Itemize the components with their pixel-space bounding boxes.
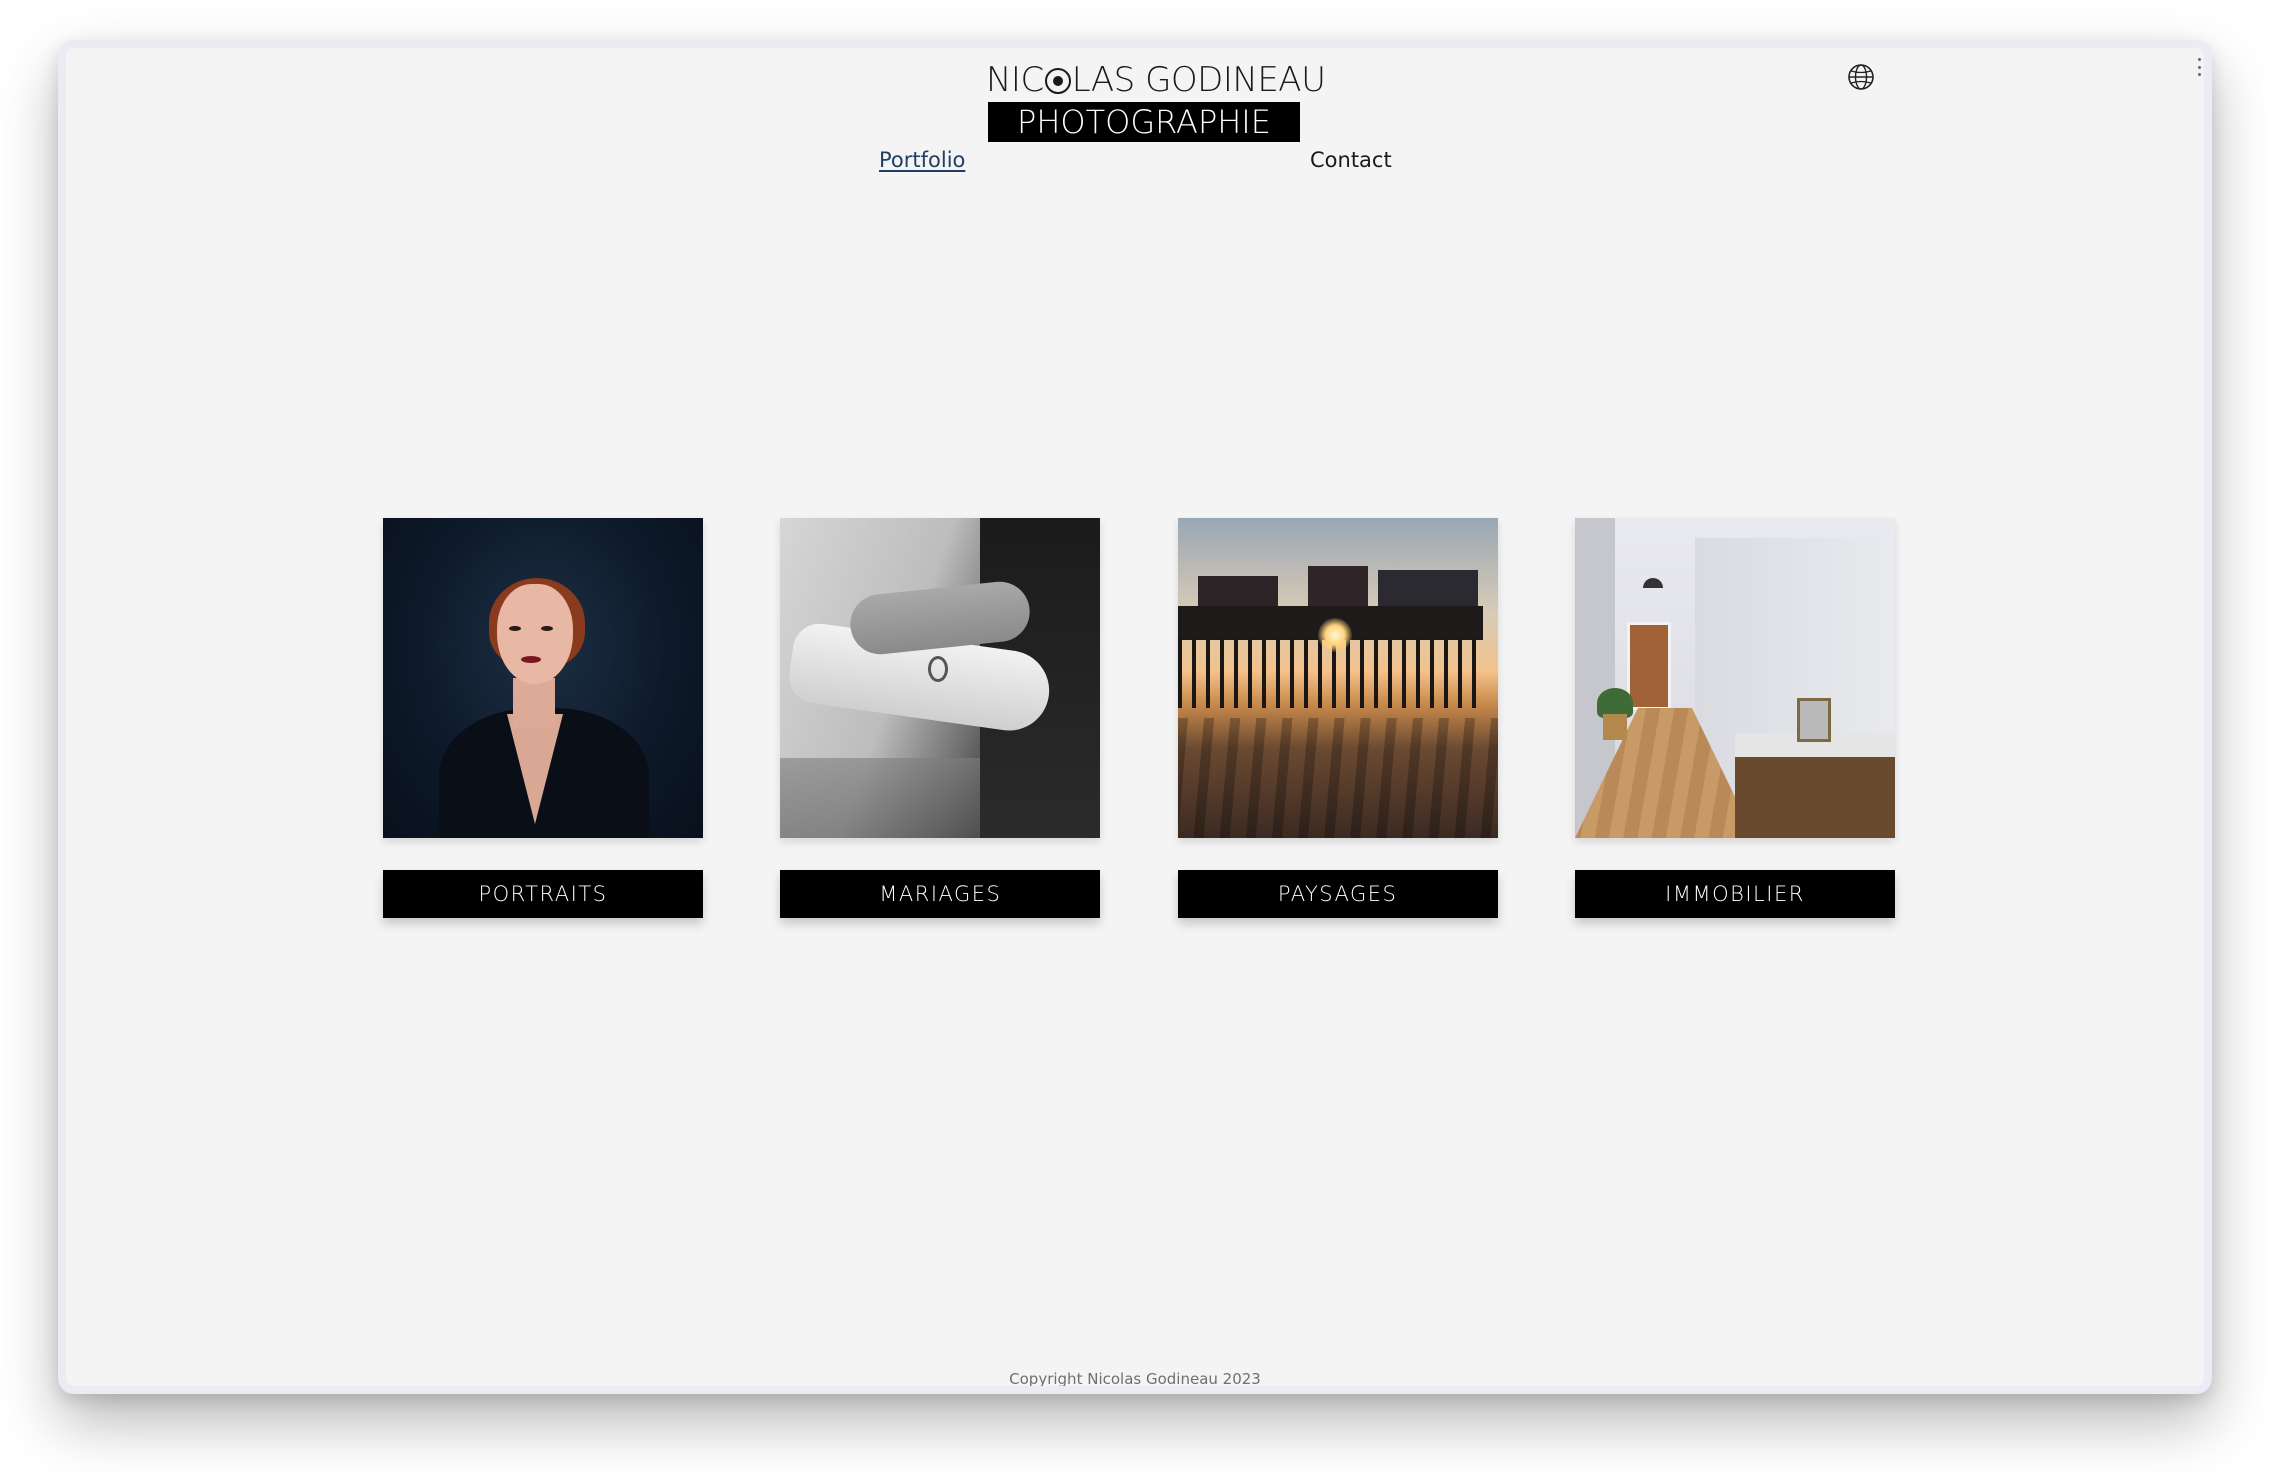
nav-portfolio-link[interactable]: Portfolio (879, 148, 965, 172)
hallway-interior-photo[interactable] (1574, 518, 1895, 838)
globe-icon[interactable] (1846, 62, 1876, 92)
site-logo[interactable]: NIC LAS GODINEAU PHOTOGRAPHIE (986, 60, 1326, 142)
immobilier-button[interactable]: IMMOBILIER (1574, 870, 1895, 918)
logo-subtitle: PHOTOGRAPHIE (988, 102, 1300, 142)
footer-copyright: Copyright Nicolas Godineau 2023 (1009, 1370, 1261, 1388)
camera-lens-icon (1044, 68, 1071, 94)
portrait-photo[interactable] (383, 518, 703, 838)
category-card-immobilier[interactable]: IMMOBILIER (1574, 518, 1895, 918)
logo-name: NIC LAS GODINEAU (986, 60, 1326, 100)
nav-contact-link[interactable]: Contact (1310, 148, 1392, 172)
portfolio-gallery: PORTRAITS MARIAGES PAYSAGES IMMOBILIER (383, 518, 1895, 918)
category-card-paysages[interactable]: PAYSAGES (1177, 518, 1498, 918)
category-card-portraits[interactable]: PORTRAITS (383, 518, 703, 918)
mariages-button[interactable]: MARIAGES (780, 870, 1101, 918)
paysages-button[interactable]: PAYSAGES (1177, 870, 1498, 918)
category-card-mariages[interactable]: MARIAGES (780, 518, 1101, 918)
browser-window: NIC LAS GODINEAU PHOTOGRAPHIE Portfolio C… (58, 40, 2212, 1394)
pier-sunset-photo[interactable] (1177, 518, 1498, 838)
more-options-icon[interactable] (2196, 58, 2202, 76)
portraits-button[interactable]: PORTRAITS (383, 870, 703, 918)
wedding-rings-photo[interactable] (780, 518, 1101, 838)
